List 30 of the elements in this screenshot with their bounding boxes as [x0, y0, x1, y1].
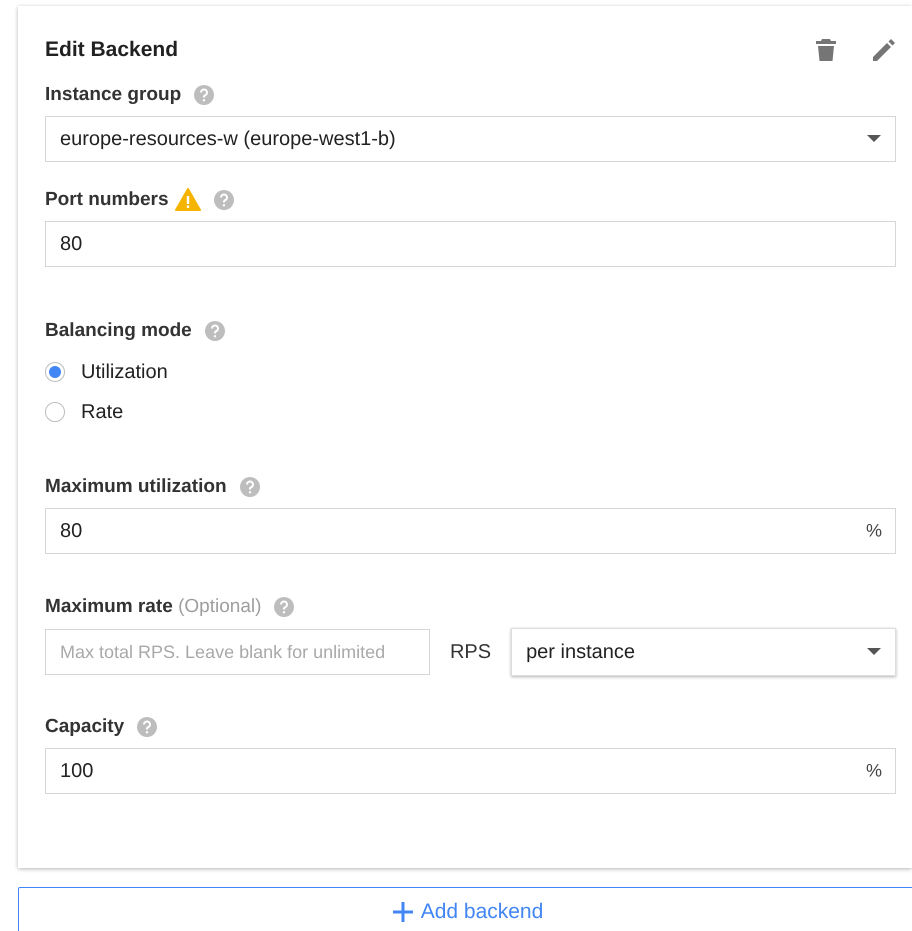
plus-icon: [392, 902, 413, 922]
field-label: Maximum rate (Optional): [45, 596, 262, 618]
help-icon[interactable]: [136, 716, 158, 738]
field-label: Balancing mode: [45, 320, 192, 342]
field-label: Maximum utilization: [45, 476, 227, 498]
unit-label: %: [866, 520, 882, 542]
help-icon[interactable]: [204, 320, 226, 342]
input-field[interactable]: Max total RPS. Leave blank for unlimited: [45, 629, 430, 675]
pencil-icon[interactable]: [872, 38, 896, 62]
radio-button[interactable]: [45, 362, 65, 382]
scope-dropdown[interactable]: per instance: [511, 628, 896, 676]
caret-icon: [867, 135, 881, 143]
unit-label: %: [866, 760, 882, 782]
radio-label[interactable]: Utilization: [81, 360, 168, 384]
radio-button[interactable]: [45, 402, 65, 422]
help-icon[interactable]: [193, 84, 216, 106]
field-label: Capacity: [45, 716, 124, 738]
input-field[interactable]: 80: [45, 221, 896, 267]
help-icon[interactable]: [273, 596, 296, 618]
card-title: Edit Backend: [45, 38, 178, 62]
field-label: Port numbers: [45, 188, 169, 210]
field-label: Instance group: [45, 84, 182, 106]
help-icon[interactable]: [212, 188, 235, 210]
caret-icon: [867, 648, 881, 656]
delete-icon[interactable]: [816, 38, 836, 62]
instance-group-dropdown[interactable]: europe-resources-w (europe-west1-b): [45, 116, 896, 162]
radio-label[interactable]: Rate: [81, 400, 124, 424]
unit-label: RPS: [450, 640, 492, 664]
help-icon[interactable]: [238, 476, 261, 498]
add-backend-button[interactable]: Add backend: [18, 887, 912, 931]
